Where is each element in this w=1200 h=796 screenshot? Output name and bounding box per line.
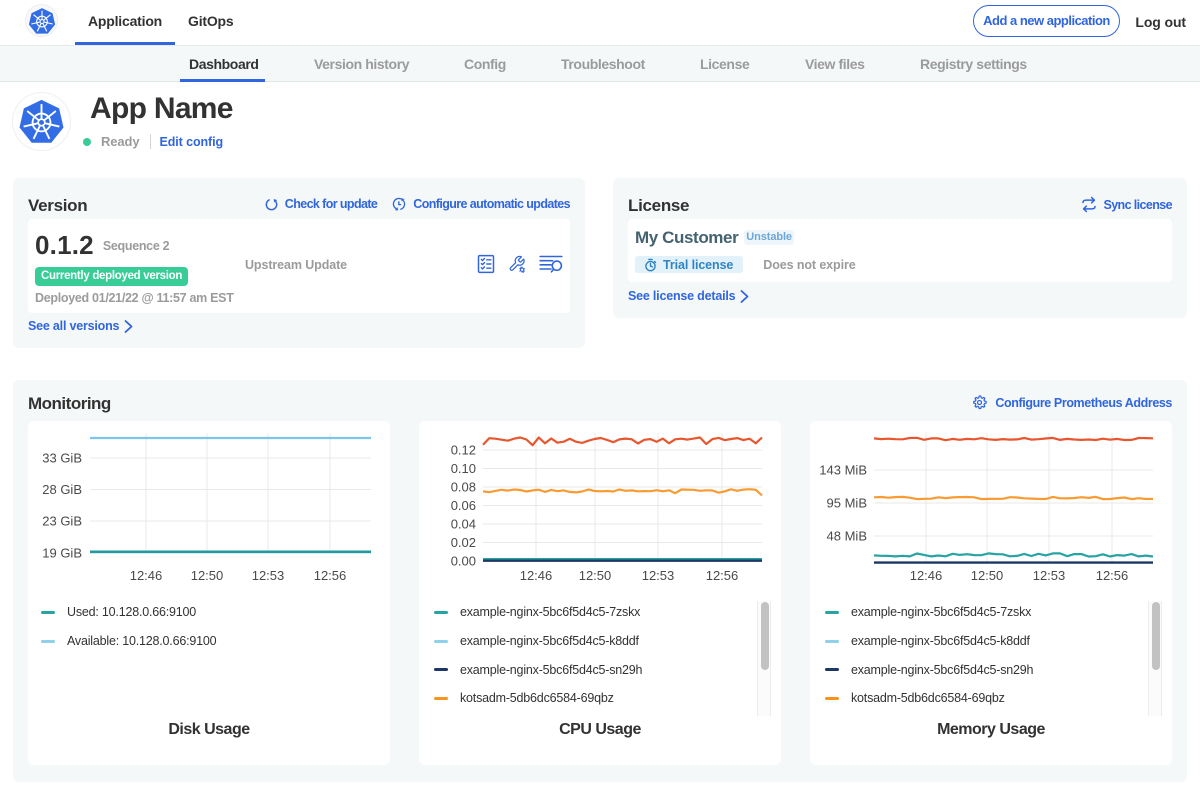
svg-text:28 GiB: 28 GiB bbox=[42, 482, 82, 497]
svg-text:0.10: 0.10 bbox=[451, 461, 476, 476]
svg-text:0.02: 0.02 bbox=[451, 535, 476, 550]
svg-text:0.00: 0.00 bbox=[451, 554, 476, 569]
svg-text:12:53: 12:53 bbox=[642, 568, 675, 583]
svg-text:0.12: 0.12 bbox=[451, 443, 476, 458]
svg-text:0.06: 0.06 bbox=[451, 498, 476, 513]
svg-text:12:50: 12:50 bbox=[971, 568, 1004, 583]
svg-text:12:46: 12:46 bbox=[130, 568, 163, 583]
svg-text:143 MiB: 143 MiB bbox=[819, 463, 867, 478]
svg-text:95 MiB: 95 MiB bbox=[827, 496, 867, 511]
svg-text:12:50: 12:50 bbox=[579, 568, 612, 583]
svg-text:19 GiB: 19 GiB bbox=[42, 546, 82, 561]
svg-text:12:56: 12:56 bbox=[314, 568, 347, 583]
svg-text:12:53: 12:53 bbox=[252, 568, 285, 583]
svg-text:48 MiB: 48 MiB bbox=[827, 529, 867, 544]
svg-text:0.04: 0.04 bbox=[451, 517, 476, 532]
svg-text:23 GiB: 23 GiB bbox=[42, 514, 82, 529]
svg-text:12:46: 12:46 bbox=[910, 568, 943, 583]
svg-text:12:53: 12:53 bbox=[1033, 568, 1066, 583]
svg-text:12:46: 12:46 bbox=[520, 568, 553, 583]
svg-text:12:50: 12:50 bbox=[191, 568, 224, 583]
svg-text:33 GiB: 33 GiB bbox=[42, 451, 82, 466]
svg-text:12:56: 12:56 bbox=[1096, 568, 1129, 583]
svg-text:12:56: 12:56 bbox=[706, 568, 739, 583]
svg-text:0.08: 0.08 bbox=[451, 480, 476, 495]
